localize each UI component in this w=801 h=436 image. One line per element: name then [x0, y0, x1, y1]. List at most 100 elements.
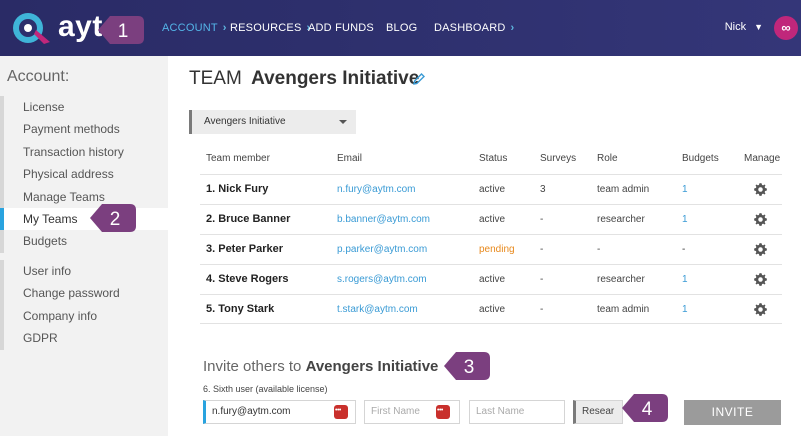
- gear-icon[interactable]: [753, 212, 768, 227]
- team-name: Avengers Initiative: [251, 68, 420, 89]
- password-manager-icon[interactable]: [436, 400, 450, 422]
- member-budgets[interactable]: 1: [682, 274, 688, 285]
- sidebar-item-user-info[interactable]: User info: [0, 260, 168, 283]
- member-budgets[interactable]: 1: [682, 304, 688, 315]
- sidebar-group-user: User info Change password Company info G…: [0, 260, 168, 350]
- table-row: 1. Nick Fury n.fury@aytm.com active 3 te…: [200, 174, 782, 204]
- gear-icon[interactable]: [753, 302, 768, 317]
- chevron-right-icon: ›: [510, 22, 515, 34]
- member-status: pending: [479, 244, 515, 255]
- chevron-right-icon: ›: [222, 22, 227, 34]
- table-row: 2. Bruce Banner b.banner@aytm.com active…: [200, 204, 782, 234]
- sidebar-item-transaction-history[interactable]: Transaction history: [0, 140, 168, 164]
- col-header-budgets: Budgets: [682, 153, 719, 164]
- col-header-role: Role: [597, 153, 618, 164]
- col-header-surveys: Surveys: [540, 153, 577, 164]
- member-email[interactable]: n.fury@aytm.com: [337, 184, 416, 195]
- first-name-field[interactable]: First Name: [364, 400, 460, 424]
- member-role: team admin: [597, 184, 650, 195]
- team-select-dropdown[interactable]: Avengers Initiative: [189, 110, 356, 134]
- invite-button[interactable]: INVITE: [684, 400, 781, 425]
- member-status: active: [479, 304, 506, 315]
- infinity-icon[interactable]: ∞: [774, 16, 798, 40]
- aytm-logo-icon[interactable]: [6, 8, 54, 48]
- gear-icon[interactable]: [753, 182, 768, 197]
- member-role: -: [597, 244, 601, 255]
- callout-number: 2: [110, 209, 121, 230]
- role-select-value: Resear: [582, 406, 615, 417]
- nav-add-funds[interactable]: ADD FUNDS: [308, 22, 374, 34]
- sidebar-title: Account:: [7, 68, 70, 85]
- member-name: 1. Nick Fury: [206, 183, 269, 195]
- member-email[interactable]: b.banner@aytm.com: [337, 214, 430, 225]
- invite-heading: Invite others to Avengers Initiative: [203, 358, 439, 375]
- sidebar-item-company-info[interactable]: Company info: [0, 304, 168, 328]
- member-surveys: 3: [540, 184, 546, 195]
- first-name-placeholder: First Name: [371, 406, 420, 417]
- callout-number: 4: [642, 399, 653, 420]
- nav-dashboard[interactable]: DASHBOARD ›: [434, 22, 514, 34]
- nav-blog[interactable]: BLOG: [386, 22, 417, 34]
- member-email[interactable]: p.parker@aytm.com: [337, 244, 427, 255]
- pencil-edit-icon[interactable]: [412, 72, 426, 86]
- team-select-value: Avengers Initiative: [204, 116, 286, 127]
- member-role: researcher: [597, 274, 645, 285]
- email-field-value: n.fury@aytm.com: [212, 406, 291, 417]
- member-budgets[interactable]: 1: [682, 214, 688, 225]
- gear-icon[interactable]: [753, 272, 768, 287]
- nav-account[interactable]: ACCOUNT ›: [162, 22, 227, 34]
- role-select[interactable]: Resear: [573, 400, 623, 424]
- sidebar-item-change-password[interactable]: Change password: [0, 282, 168, 305]
- callout-badge: 3: [444, 352, 490, 380]
- callout-badge: 4: [622, 394, 668, 422]
- col-header-manage: Manage: [744, 153, 781, 164]
- sidebar-item-gdpr[interactable]: GDPR: [0, 327, 168, 350]
- table-row: 3. Peter Parker p.parker@aytm.com pendin…: [200, 234, 782, 264]
- member-role: researcher: [597, 214, 645, 225]
- sidebar-item-manage-teams[interactable]: Manage Teams: [0, 185, 168, 208]
- member-surveys: -: [540, 274, 544, 285]
- col-header-team-member: Team member: [206, 153, 270, 164]
- callout-number: 3: [464, 357, 475, 378]
- col-header-email: Email: [337, 153, 363, 164]
- member-name: 3. Peter Parker: [206, 243, 284, 255]
- last-name-placeholder: Last Name: [476, 406, 525, 417]
- email-field[interactable]: n.fury@aytm.com: [203, 400, 356, 424]
- callout-badge: 1: [98, 16, 144, 44]
- member-budgets[interactable]: 1: [682, 184, 688, 195]
- callout-number: 1: [118, 21, 129, 42]
- invite-slot-label: 6. Sixth user (available license): [203, 384, 328, 394]
- member-email[interactable]: s.rogers@aytm.com: [337, 274, 427, 285]
- member-role: team admin: [597, 304, 650, 315]
- sidebar-item-my-teams[interactable]: My Teams: [0, 207, 168, 231]
- user-name: Nick: [724, 21, 747, 33]
- table-row: 4. Steve Rogers s.rogers@aytm.com active…: [200, 264, 782, 294]
- member-name: 4. Steve Rogers: [206, 273, 289, 285]
- sidebar-item-physical-address[interactable]: Physical address: [0, 163, 168, 186]
- member-status: active: [479, 214, 506, 225]
- member-status: active: [479, 274, 506, 285]
- password-manager-icon[interactable]: [334, 400, 348, 422]
- caret-down-icon: ▼: [754, 22, 763, 32]
- sidebar-item-license[interactable]: License: [0, 96, 168, 119]
- member-surveys: -: [540, 244, 544, 255]
- sidebar-item-budgets[interactable]: Budgets: [0, 230, 168, 253]
- member-budgets: -: [682, 244, 686, 255]
- sidebar-group-main: License Payment methods Transaction hist…: [0, 96, 168, 253]
- sidebar-item-payment-methods[interactable]: Payment methods: [0, 118, 168, 141]
- invite-team-name: Avengers Initiative: [305, 358, 439, 375]
- account-sidebar: Account: License Payment methods Transac…: [0, 56, 168, 436]
- member-surveys: -: [540, 304, 544, 315]
- member-status: active: [479, 184, 506, 195]
- nav-resources[interactable]: RESOURCES ›: [230, 22, 310, 34]
- member-name: 5. Tony Stark: [206, 303, 275, 315]
- page-title: TEAM Avengers Initiative: [189, 68, 420, 89]
- table-row: 5. Tony Stark t.stark@aytm.com active - …: [200, 294, 782, 324]
- user-menu[interactable]: Nick ▼: [725, 21, 763, 33]
- gear-icon[interactable]: [753, 242, 768, 257]
- caret-down-icon: [339, 120, 347, 124]
- last-name-field[interactable]: Last Name: [469, 400, 565, 424]
- member-email[interactable]: t.stark@aytm.com: [337, 304, 418, 315]
- col-header-status: Status: [479, 153, 508, 164]
- member-name: 2. Bruce Banner: [206, 213, 291, 225]
